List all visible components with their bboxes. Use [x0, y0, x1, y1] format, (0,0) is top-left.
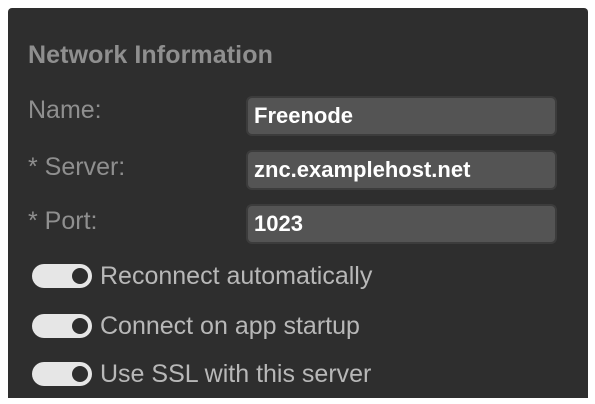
name-field[interactable]: [246, 96, 557, 136]
reconnect-automatically-label: Reconnect automatically: [100, 261, 373, 290]
toggle-knob: [72, 268, 88, 284]
port-field[interactable]: [246, 204, 557, 244]
server-field[interactable]: [246, 150, 557, 190]
toggle-knob: [72, 318, 88, 334]
network-information-panel: Network Information Name: * Server: * Po…: [8, 8, 588, 398]
section-title: Network Information: [28, 41, 273, 69]
reconnect-automatically-toggle[interactable]: [32, 264, 92, 288]
use-ssl-label: Use SSL with this server: [100, 359, 372, 388]
connect-on-startup-toggle[interactable]: [32, 314, 92, 338]
connect-on-startup-row[interactable]: Connect on app startup: [32, 306, 360, 346]
port-label: * Port:: [28, 207, 98, 235]
name-label: Name:: [28, 96, 102, 124]
reconnect-automatically-row[interactable]: Reconnect automatically: [32, 256, 372, 296]
server-label: * Server:: [28, 153, 126, 181]
connect-on-startup-label: Connect on app startup: [100, 311, 360, 340]
use-ssl-toggle[interactable]: [32, 362, 92, 386]
use-ssl-row[interactable]: Use SSL with this server: [32, 354, 371, 394]
toggle-knob: [72, 366, 88, 382]
